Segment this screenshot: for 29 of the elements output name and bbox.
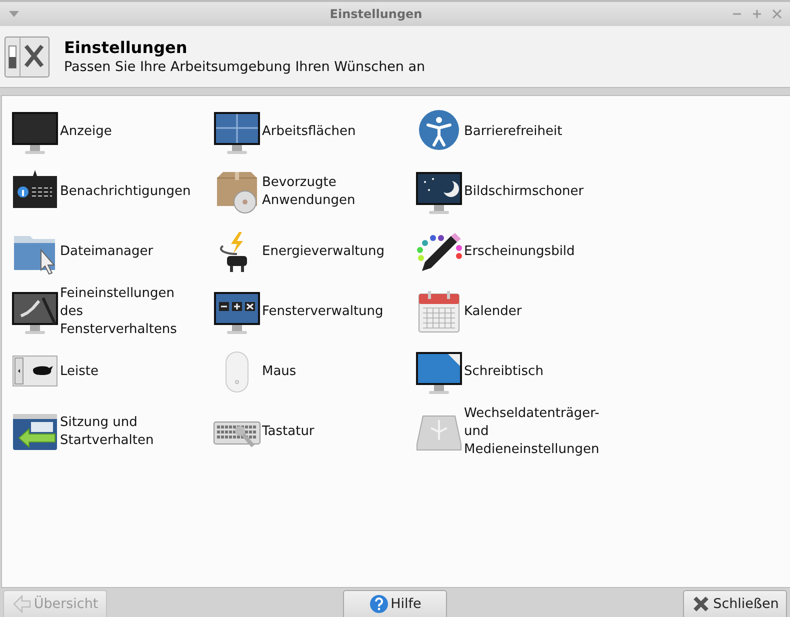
settings-item[interactable]: Bildschirmschoner (464, 183, 584, 201)
settings-item[interactable]: Tastatur (262, 423, 314, 441)
settings-item[interactable]: Leiste (60, 363, 98, 381)
settings-item[interactable]: Feineinstellungen des Fensterverhaltens (60, 285, 192, 339)
settings-item[interactable]: Kalender (464, 303, 522, 321)
settings-tools-icon (4, 36, 50, 78)
help-icon (368, 594, 389, 614)
settings-item[interactable]: Erscheinungsbild (464, 243, 575, 261)
maximize-icon[interactable] (752, 9, 762, 19)
help-button[interactable]: Hilfe (343, 590, 447, 617)
settings-item[interactable]: Anzeige (60, 123, 112, 141)
window-menu-icon[interactable] (8, 10, 20, 18)
back-arrow-icon (12, 594, 32, 614)
settings-item[interactable]: Sitzung und Startverhalten (60, 414, 192, 450)
settings-item[interactable]: Dateimanager (60, 243, 154, 261)
settings-item[interactable]: Benachrichtigungen (60, 183, 191, 201)
close-button[interactable]: Schließen (683, 590, 787, 617)
settings-item[interactable]: Barrierefreiheit (464, 123, 562, 141)
header-subtitle: Passen Sie Ihre Arbeitsumgebung Ihren Wünschen an (64, 59, 426, 75)
settings-item[interactable]: Fensterverwaltung (262, 303, 384, 321)
window-title: Einstellungen (330, 7, 422, 21)
settings-item[interactable]: Arbeitsflächen (262, 123, 356, 141)
settings-item[interactable]: Bevorzugte Anwendungen (262, 174, 394, 210)
header-title: Einstellungen (64, 38, 188, 57)
close-icon[interactable] (772, 9, 782, 19)
settings-item[interactable]: Maus (262, 363, 296, 381)
close-icon (691, 594, 712, 614)
settings-item[interactable]: Energieverwaltung (262, 243, 385, 261)
settings-item[interactable]: Schreibtisch (464, 363, 544, 381)
